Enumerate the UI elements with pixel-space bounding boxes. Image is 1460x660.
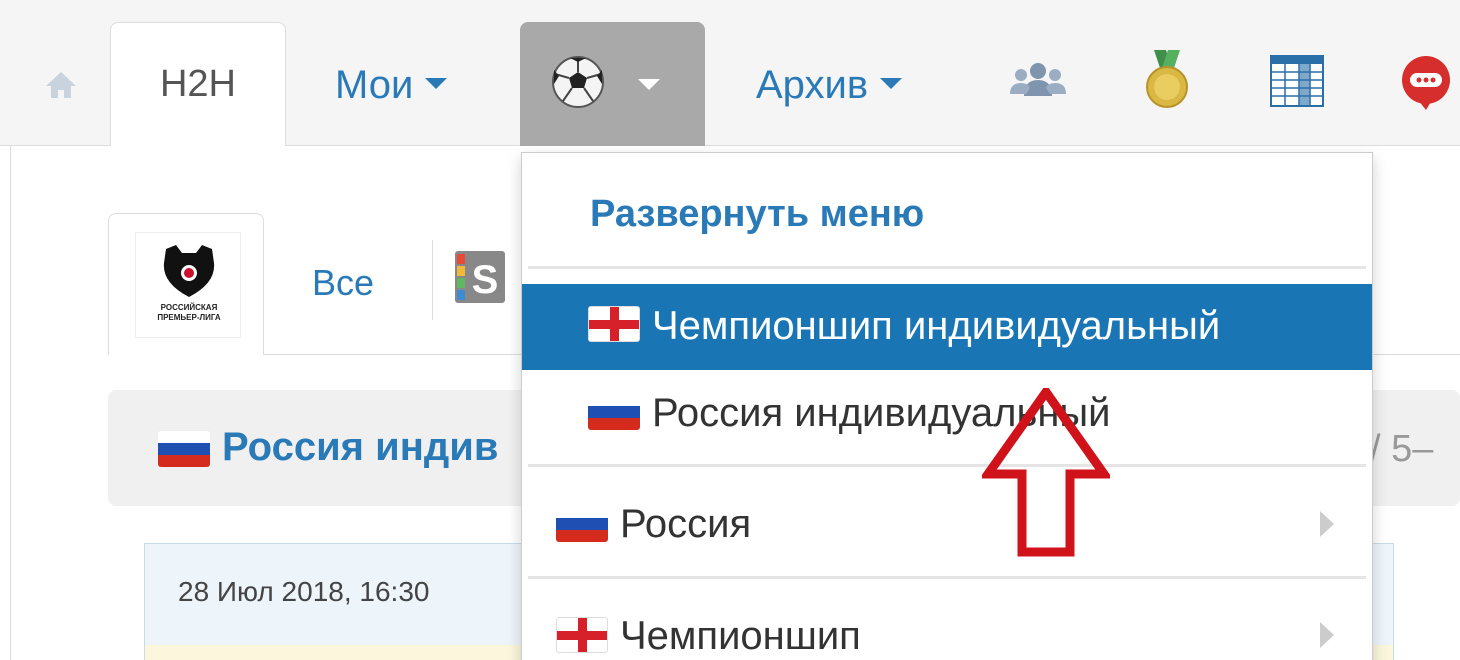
russia-flag-icon xyxy=(158,431,210,467)
russia-flag-icon xyxy=(556,506,608,542)
menu-divider xyxy=(528,266,1366,269)
chevron-right-icon xyxy=(1320,622,1334,648)
archive-menu-label: Архив xyxy=(756,63,869,107)
menu-item-label: Чемпионшип индивидуальный xyxy=(652,304,1221,348)
my-menu-link[interactable]: Мои xyxy=(335,60,448,110)
archive-menu-link[interactable]: Архив xyxy=(756,60,903,110)
russia-flag-icon xyxy=(588,394,640,430)
soccer-ball-icon xyxy=(552,56,604,108)
chevron-down-icon xyxy=(425,77,448,89)
tab-h2h[interactable]: H2H xyxy=(110,22,286,148)
chevron-down-icon xyxy=(638,79,660,90)
menu-divider xyxy=(528,464,1366,467)
tab-league-logo[interactable]: РОССИЙСКАЯ ПРЕМЬЕР-ЛИГА xyxy=(108,213,264,355)
league-round: / 5– xyxy=(1370,428,1434,470)
chevron-down-icon xyxy=(880,77,903,89)
match-date: 28 Июл 2018, 16:30 xyxy=(178,576,430,607)
group-icon[interactable] xyxy=(1010,60,1066,100)
stats-s-icon[interactable]: S xyxy=(455,251,505,303)
england-flag-icon xyxy=(556,617,608,653)
chat-icon[interactable] xyxy=(1398,54,1454,110)
menu-item-russia[interactable]: Россия xyxy=(620,502,751,547)
league-logo: РОССИЙСКАЯ ПРЕМЬЕР-ЛИГА xyxy=(135,232,241,338)
subtab-all[interactable]: Все xyxy=(312,262,374,304)
home-icon[interactable] xyxy=(44,70,78,100)
medal-icon[interactable] xyxy=(1144,50,1190,110)
menu-item-championship[interactable]: Чемпионшип xyxy=(620,614,861,659)
league-logo-text: РОССИЙСКАЯ ПРЕМЬЕР-ЛИГА xyxy=(157,303,221,322)
expand-menu-link[interactable]: Развернуть меню xyxy=(590,193,924,236)
svg-text:S: S xyxy=(472,258,499,302)
england-flag-icon xyxy=(588,306,640,342)
league-title[interactable]: Россия индив xyxy=(222,425,498,470)
menu-divider xyxy=(528,576,1366,579)
table-icon[interactable] xyxy=(1270,55,1324,107)
subtab-separator xyxy=(432,240,433,320)
chevron-right-icon xyxy=(1320,511,1334,537)
bear-logo-icon xyxy=(163,245,215,297)
tab-sports-menu[interactable] xyxy=(520,22,705,146)
annotation-arrow-up-icon xyxy=(982,388,1110,557)
my-menu-label: Мои xyxy=(335,63,414,107)
